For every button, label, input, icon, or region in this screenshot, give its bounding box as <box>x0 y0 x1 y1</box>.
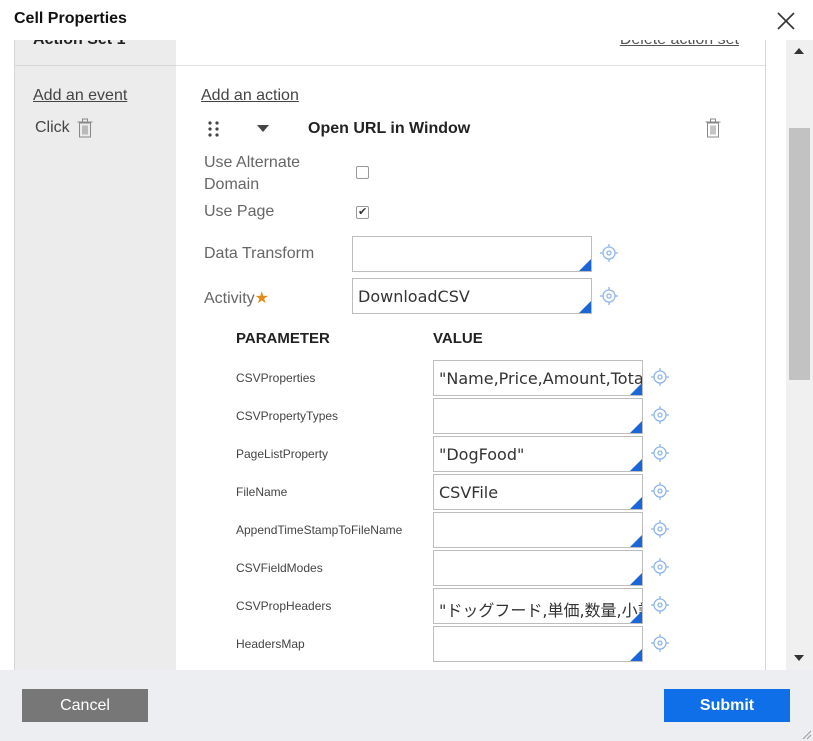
delete-action-icon[interactable] <box>705 118 721 138</box>
crosshair-icon[interactable] <box>599 243 619 263</box>
chevron-down-icon[interactable] <box>257 125 269 133</box>
crosshair-icon[interactable] <box>650 519 670 539</box>
action-set-header-right: Delete action set <box>176 40 765 66</box>
delete-action-set-link[interactable]: Delete action set <box>620 40 739 49</box>
dialog-footer: Cancel Submit <box>0 670 813 741</box>
use-alternate-domain-checkbox[interactable] <box>356 166 369 179</box>
parameter-value-input[interactable] <box>433 550 643 586</box>
crosshair-icon[interactable] <box>599 286 619 306</box>
data-transform-label: Data Transform <box>204 245 315 262</box>
scroll-down-icon[interactable] <box>794 655 804 661</box>
trash-icon[interactable] <box>77 118 93 138</box>
crosshair-icon[interactable] <box>650 405 670 425</box>
crosshair-icon[interactable] <box>650 557 670 577</box>
use-page-checkbox[interactable] <box>356 205 369 219</box>
parameter-column-header: PARAMETER <box>236 330 330 347</box>
required-star-icon: ★ <box>254 290 270 307</box>
dialog-content: Action Set 1 Delete action set Add an ev… <box>0 40 786 670</box>
parameter-value-input[interactable]: "ドッグフード,単価,数量,小計" <box>433 588 643 624</box>
vertical-scrollbar[interactable] <box>786 40 813 670</box>
add-event-link[interactable]: Add an event <box>33 87 127 105</box>
activity-label-text: Activity <box>204 290 255 307</box>
crosshair-icon[interactable] <box>650 595 670 615</box>
submit-button[interactable]: Submit <box>664 689 790 722</box>
parameter-value-input[interactable]: CSVFile <box>433 474 643 510</box>
dialog-title-bar: Cell Properties <box>0 0 813 40</box>
dialog-title: Cell Properties <box>14 10 127 27</box>
parameter-value-input[interactable]: "DogFood" <box>433 436 643 472</box>
parameter-name: HeadersMap <box>236 637 305 651</box>
event-label: Click <box>35 119 70 136</box>
parameter-name: AppendTimeStampToFileName <box>236 523 403 537</box>
data-transform-input[interactable] <box>352 236 592 272</box>
drag-handle-icon[interactable] <box>208 121 220 137</box>
crosshair-icon[interactable] <box>650 367 670 387</box>
action-item: Open URL in Window <box>196 107 746 150</box>
parameter-name: CSVPropHeaders <box>236 599 332 613</box>
activity-label: Activity★ <box>204 288 269 308</box>
parameter-name: CSVProperties <box>236 371 316 385</box>
use-alternate-domain-label: Use Alternate Domain <box>204 152 300 196</box>
crosshair-icon[interactable] <box>650 633 670 653</box>
parameter-value-input[interactable] <box>433 398 643 434</box>
parameter-name: CSVPropertyTypes <box>236 409 339 423</box>
parameter-value-input[interactable] <box>433 626 643 662</box>
scrollbar-thumb[interactable] <box>789 128 810 380</box>
parameter-name: CSVFieldModes <box>236 561 323 575</box>
event-item[interactable]: Click <box>35 118 93 138</box>
action-name: Open URL in Window <box>308 120 471 137</box>
use-page-label: Use Page <box>204 203 275 220</box>
use-alternate-domain-label-line1: Use Alternate <box>204 154 301 171</box>
parameter-name: PageListProperty <box>236 447 329 461</box>
action-set-header: Action Set 1 <box>15 40 176 66</box>
parameter-value-input[interactable]: "Name,Price,Amount,Total" <box>433 360 643 396</box>
add-action-link[interactable]: Add an action <box>201 87 299 105</box>
action-set-title: Action Set 1 <box>33 40 125 49</box>
close-icon[interactable] <box>776 11 796 31</box>
activity-input[interactable]: DownloadCSV <box>352 278 592 314</box>
parameter-value-input[interactable] <box>433 512 643 548</box>
parameter-name: FileName <box>236 485 288 499</box>
cancel-button[interactable]: Cancel <box>22 689 148 722</box>
scroll-up-icon[interactable] <box>794 48 804 54</box>
use-alternate-domain-label-line2: Domain <box>204 176 260 193</box>
crosshair-icon[interactable] <box>650 443 670 463</box>
resize-handle-icon[interactable] <box>800 728 812 740</box>
value-column-header: VALUE <box>433 330 483 347</box>
crosshair-icon[interactable] <box>650 481 670 501</box>
